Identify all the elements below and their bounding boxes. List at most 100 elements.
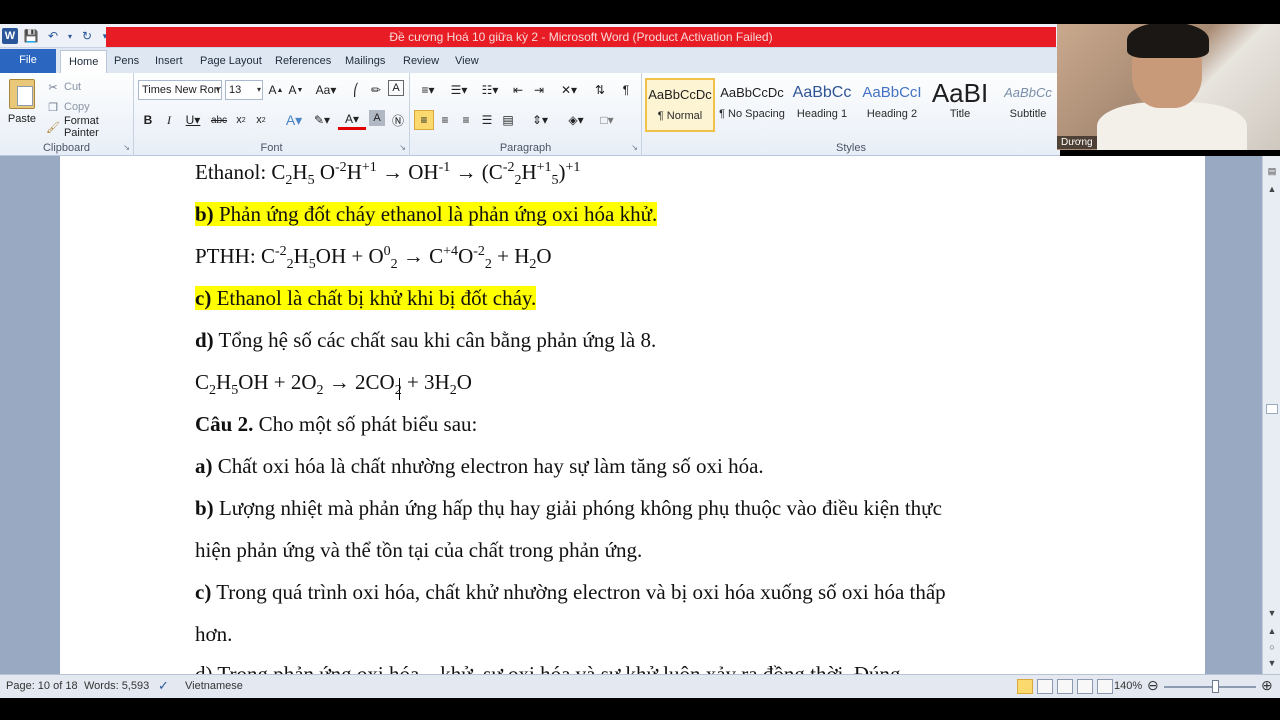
page-count[interactable]: Page: 10 of 18 <box>6 680 78 692</box>
numbering-icon[interactable]: ☰▾ <box>445 80 473 100</box>
quick-access-toolbar: W 💾 ↶ ▾ ↻ ▾ <box>0 24 110 48</box>
show-formatting-marks-icon[interactable]: ¶ <box>616 80 636 100</box>
paragraph-label: Paragraph <box>499 142 552 154</box>
increase-indent-icon[interactable]: ⇥ <box>529 80 549 100</box>
align-right-icon[interactable]: ≡ <box>456 110 476 130</box>
q2-statement-b: b) Lượng nhiệt mà phản ứng hấp thụ hay g… <box>195 496 942 520</box>
font-color-icon[interactable]: A▾ <box>338 110 366 130</box>
zoom-level[interactable]: 140% <box>1114 680 1142 692</box>
bullets-icon[interactable]: ≡▾ <box>414 80 442 100</box>
statement-c: c) Ethanol là chất bị khử khi bị đốt chá… <box>195 286 537 310</box>
sort-icon[interactable]: ⇅ <box>590 80 610 100</box>
q2-statement-d: d) Trong phản ứng oxi hóa – khử, sự oxi … <box>195 662 901 674</box>
styles-gallery: AaBbCcDc ¶ Normal AaBbCcDc ¶ No Spacing … <box>645 78 1053 132</box>
style-normal[interactable]: AaBbCcDc ¶ Normal <box>645 78 715 132</box>
decrease-indent-icon[interactable]: ⇤ <box>508 80 528 100</box>
previous-page-icon[interactable]: ▲ <box>1265 624 1279 638</box>
draft-view-icon[interactable] <box>1097 679 1113 694</box>
undo-dropdown-icon[interactable]: ▾ <box>66 27 74 45</box>
save-icon[interactable]: 💾 <box>22 27 40 45</box>
justify-icon[interactable]: ☰ <box>477 110 497 130</box>
tab-references[interactable]: References <box>267 50 339 73</box>
shading-icon[interactable]: ◈▾ <box>562 110 590 130</box>
font-label: Font <box>260 142 283 154</box>
style-heading-2[interactable]: AaBbCcI Heading 2 <box>857 78 927 132</box>
font-launcher-icon[interactable]: ↘ <box>399 143 406 152</box>
web-layout-icon[interactable] <box>1057 679 1073 694</box>
ruler-toggle-icon[interactable]: ▤ <box>1265 164 1279 178</box>
style-subtitle[interactable]: AaBbCc Subtitle <box>993 78 1063 132</box>
redo-icon[interactable]: ↻ <box>78 27 96 45</box>
italic-icon[interactable]: I <box>159 110 179 130</box>
grow-font-icon[interactable]: A ▲ <box>266 80 286 100</box>
scroll-up-icon[interactable]: ▲ <box>1265 182 1279 196</box>
word-count[interactable]: Words: 5,593 <box>84 680 149 692</box>
highlight-color-icon[interactable]: ✎▾ <box>308 110 336 130</box>
style-heading-1[interactable]: AaBbCc Heading 1 <box>787 78 857 132</box>
subscript-icon[interactable]: x2 <box>231 110 251 130</box>
zoom-slider-track[interactable] <box>1164 686 1256 688</box>
webcam-overlay: Dương <box>1057 24 1280 150</box>
font-name-combo[interactable]: Times New Rom ▾ <box>138 80 222 100</box>
bold-icon[interactable]: B <box>138 110 158 130</box>
enclose-characters-icon[interactable]: Ⓝ <box>388 110 408 130</box>
tab-insert[interactable]: Insert <box>147 50 191 73</box>
statement-b: b) Phản ứng đốt cháy ethanol là phản ứng… <box>195 202 658 226</box>
tab-page-layout[interactable]: Page Layout <box>192 50 270 73</box>
paragraph-launcher-icon[interactable]: ↘ <box>631 143 638 152</box>
tab-mailings[interactable]: Mailings <box>337 50 393 73</box>
strikethrough-icon[interactable]: abc <box>209 110 229 130</box>
character-shading-icon[interactable]: A <box>369 110 385 126</box>
text-effects-icon[interactable]: A▾ <box>280 110 308 130</box>
superscript-icon[interactable]: x2 <box>251 110 271 130</box>
paste-icon <box>9 79 35 109</box>
tab-file[interactable]: File <box>0 49 56 73</box>
undo-icon[interactable]: ↶ <box>44 27 62 45</box>
tab-review[interactable]: Review <box>395 50 447 73</box>
shrink-font-icon[interactable]: A ▼ <box>286 80 306 100</box>
character-border-icon[interactable]: A <box>388 80 404 96</box>
full-screen-reading-icon[interactable] <box>1037 679 1053 694</box>
clear-formatting-icon[interactable]: ⎛ <box>346 80 366 100</box>
tab-pens[interactable]: Pens <box>106 50 147 73</box>
format-painter-button[interactable]: 🖌 Format Painter <box>46 115 133 139</box>
font-size-combo[interactable]: 13 ▾ <box>225 80 263 100</box>
select-browse-object-icon[interactable]: ○ <box>1265 640 1279 654</box>
align-center-icon[interactable]: ≡ <box>435 110 455 130</box>
q2-statement-a: a) Chất oxi hóa là chất nhường electron … <box>195 454 764 478</box>
next-page-icon[interactable]: ▼ <box>1265 656 1279 670</box>
outline-view-icon[interactable] <box>1077 679 1093 694</box>
clipboard-group: Paste ✂ Cut ❐ Copy 🖌 Format Painter Clip… <box>0 73 134 156</box>
underline-icon[interactable]: U▾ <box>179 110 207 130</box>
scroll-thumb[interactable] <box>1266 404 1278 414</box>
copy-button[interactable]: ❐ Copy <box>46 97 90 117</box>
document-page[interactable]: Ethanol: C2H5 O-2H+1 → OH-1 → (C-22H+15)… <box>60 156 1205 674</box>
zoom-in-icon[interactable]: ⊕ <box>1261 677 1273 694</box>
style-no-spacing[interactable]: AaBbCcDc ¶ No Spacing <box>717 78 787 132</box>
paste-button[interactable]: Paste <box>4 77 40 133</box>
scroll-down-icon[interactable]: ▼ <box>1265 606 1279 620</box>
cut-button[interactable]: ✂ Cut <box>46 77 81 97</box>
proofing-icon[interactable]: ✓ <box>158 678 169 694</box>
status-bar: Page: 10 of 18 Words: 5,593 ✓ Vietnamese… <box>0 674 1280 698</box>
multilevel-list-icon[interactable]: ☷▾ <box>476 80 504 100</box>
statement-d: d) Tổng hệ số các chất sau khi cân bằng … <box>195 328 657 352</box>
distributed-icon[interactable]: ▤ <box>498 110 518 130</box>
phonetic-guide-icon[interactable]: ✏ <box>366 80 386 100</box>
tab-view[interactable]: View <box>447 50 487 73</box>
language-indicator[interactable]: Vietnamese <box>185 680 243 692</box>
change-case-icon[interactable]: Aa▾ <box>312 80 340 100</box>
clipboard-launcher-icon[interactable]: ↘ <box>123 143 130 152</box>
asian-layout-icon[interactable]: ✕▾ <box>555 80 583 100</box>
borders-icon[interactable]: □▾ <box>593 110 621 130</box>
webcam-person-hair <box>1127 24 1209 58</box>
tab-home[interactable]: Home <box>60 50 108 73</box>
align-left-icon[interactable]: ≡ <box>414 110 434 130</box>
print-layout-view-icon[interactable] <box>1017 679 1033 694</box>
word-logo-icon[interactable]: W <box>2 28 18 44</box>
style-title[interactable]: AaBI Title <box>925 78 995 132</box>
line-spacing-icon[interactable]: ⇕▾ <box>526 110 554 130</box>
zoom-slider-thumb[interactable] <box>1212 680 1219 693</box>
zoom-out-icon[interactable]: ⊖ <box>1147 677 1159 694</box>
vertical-scrollbar[interactable]: ▤ ▲ ▼ ▲ ○ ▼ <box>1262 156 1280 674</box>
